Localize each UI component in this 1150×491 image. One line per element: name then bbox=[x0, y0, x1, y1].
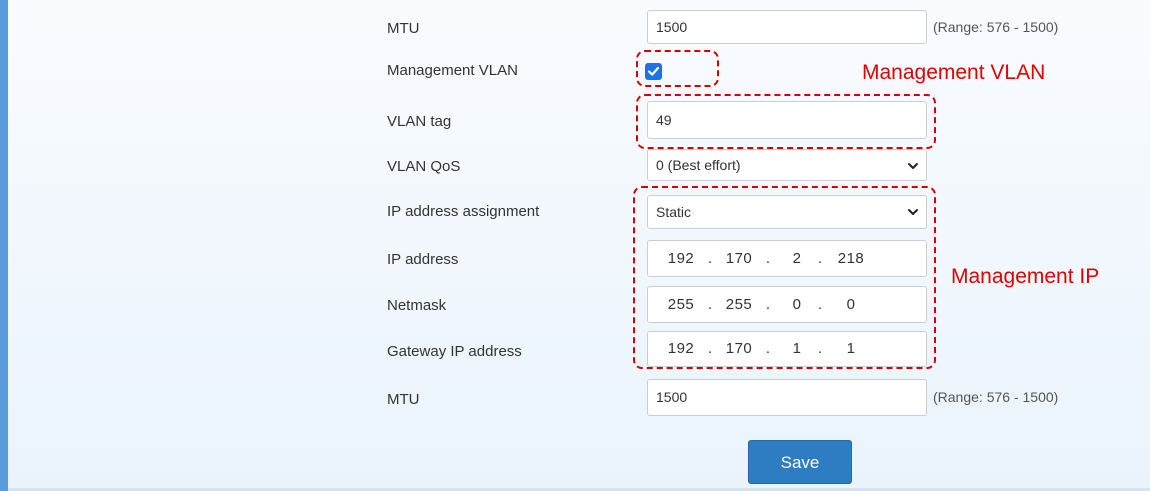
management-ip-annotation: Management IP bbox=[951, 265, 1100, 288]
mtu-input[interactable]: 1500 bbox=[647, 379, 927, 416]
gateway-label: Gateway IP address bbox=[387, 343, 522, 360]
vlan-qos-select[interactable]: 0 (Best effort) bbox=[647, 149, 927, 181]
mtu-label: MTU bbox=[387, 20, 420, 37]
netmask-label: Netmask bbox=[387, 297, 447, 314]
mtu-range-hint: (Range: 576 - 1500) bbox=[933, 19, 1059, 35]
vlan-qos-selected-value: 0 (Best effort) bbox=[656, 157, 741, 173]
left-accent-bar bbox=[0, 0, 8, 491]
vlan-tag-highlight bbox=[636, 94, 936, 149]
management-ip-highlight bbox=[633, 186, 936, 369]
save-button[interactable]: Save bbox=[748, 440, 852, 484]
management-vlan-highlight bbox=[636, 50, 719, 87]
mtu-label: MTU bbox=[387, 391, 420, 408]
mtu-range-hint: (Range: 576 - 1500) bbox=[933, 389, 1059, 405]
management-vlan-annotation: Management VLAN bbox=[862, 61, 1046, 84]
vlan-tag-label: VLAN tag bbox=[387, 113, 452, 130]
management-vlan-label: Management VLAN bbox=[387, 62, 518, 79]
ip-address-label: IP address bbox=[387, 251, 459, 268]
vlan-qos-label: VLAN QoS bbox=[387, 158, 461, 175]
chevron-down-icon bbox=[908, 163, 918, 169]
ip-assignment-label: IP address assignment bbox=[387, 203, 540, 220]
mtu-input[interactable]: 1500 bbox=[647, 10, 927, 44]
